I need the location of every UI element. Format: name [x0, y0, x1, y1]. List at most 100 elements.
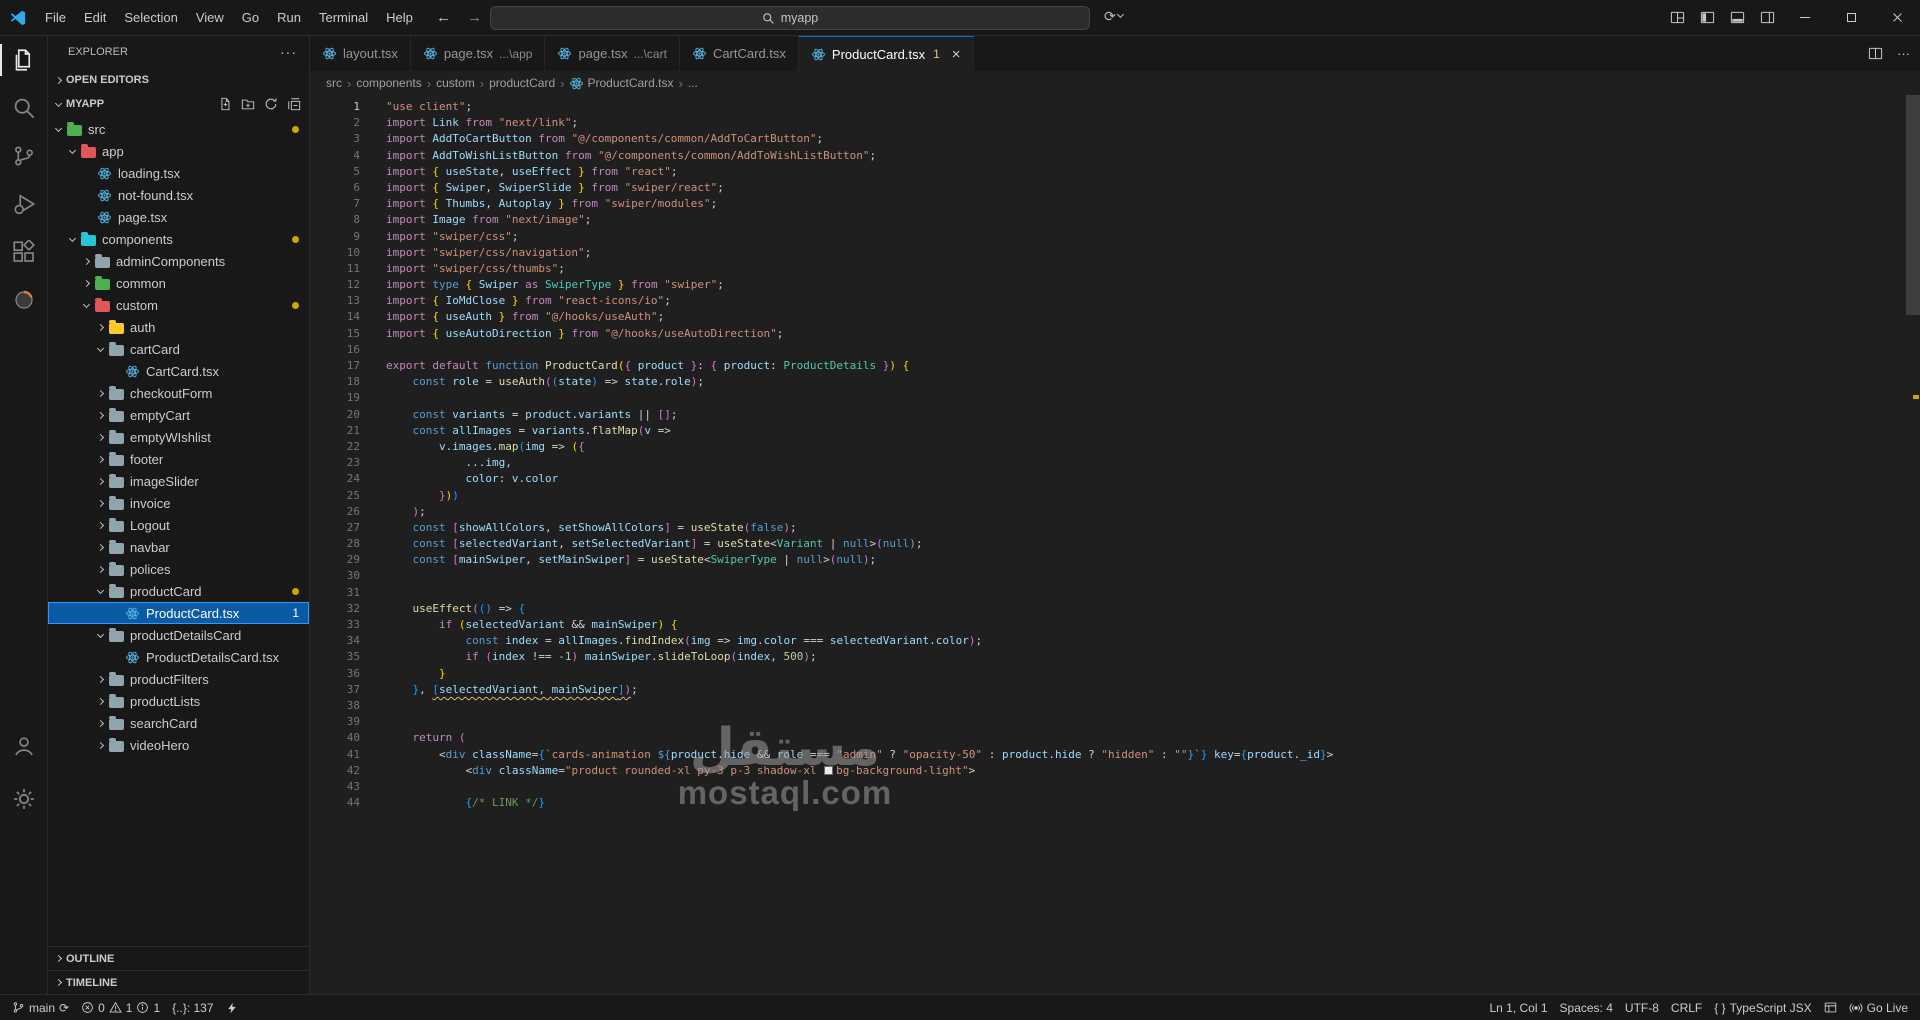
editor-scrollbar[interactable]: [1906, 95, 1920, 994]
section-timeline[interactable]: TIMELINE: [48, 970, 309, 994]
tree-folder-emptyCart[interactable]: emptyCart: [48, 404, 309, 426]
run-and-debug-icon[interactable]: [0, 180, 48, 228]
tab-3-CartCard.tsx[interactable]: CartCard.tsx: [679, 36, 799, 71]
search-sidebar-icon[interactable]: [0, 84, 48, 132]
problems-item[interactable]: 0 1 1: [75, 995, 166, 1020]
tree-folder-emptyWIshlist[interactable]: emptyWIshlist: [48, 426, 309, 448]
explorer-icon[interactable]: [0, 36, 48, 84]
tree-folder-footer[interactable]: footer: [48, 448, 309, 470]
menu-selection[interactable]: Selection: [115, 6, 186, 29]
maximize-button[interactable]: [1828, 0, 1874, 35]
forward-arrow-icon[interactable]: →: [467, 9, 482, 26]
tree-file-CartCard.tsx[interactable]: CartCard.tsx: [48, 360, 309, 382]
git-branch-item[interactable]: main ⟳: [6, 995, 75, 1020]
toggle-panel-icon[interactable]: [1722, 0, 1752, 35]
sync-dropdown-button[interactable]: ⟳: [1104, 8, 1124, 25]
tree-file-ProductDetailsCard.tsx[interactable]: ProductDetailsCard.tsx: [48, 646, 309, 668]
breadcrumb-item[interactable]: productCard: [489, 76, 555, 90]
go-live-item[interactable]: Go Live: [1843, 995, 1914, 1020]
settings-gear-icon[interactable]: [0, 775, 48, 823]
menu-edit[interactable]: Edit: [75, 6, 115, 29]
tab-2-page.tsx[interactable]: page.tsx ...\cart: [545, 36, 680, 71]
layout-status-icon[interactable]: [1818, 995, 1843, 1020]
new-folder-icon[interactable]: [241, 97, 255, 111]
tree-folder-app[interactable]: app: [48, 140, 309, 162]
cursor-position-item[interactable]: Ln 1, Col 1: [1483, 995, 1553, 1020]
close-button[interactable]: [1874, 0, 1920, 35]
tree-folder-imageSlider[interactable]: imageSlider: [48, 470, 309, 492]
account-icon[interactable]: [0, 722, 48, 770]
eol-item[interactable]: CRLF: [1665, 995, 1708, 1020]
indentation-item[interactable]: Spaces: 4: [1554, 995, 1619, 1020]
misc-extension-icon[interactable]: [0, 276, 48, 324]
tree-file-ProductCard.tsx[interactable]: ProductCard.tsx 1: [48, 602, 309, 624]
menu-run[interactable]: Run: [268, 6, 310, 29]
explorer-more-actions-icon[interactable]: ···: [280, 44, 297, 60]
tree-folder-polices[interactable]: polices: [48, 558, 309, 580]
section-outline[interactable]: OUTLINE: [48, 946, 309, 970]
tree-folder-productDetailsCard[interactable]: productDetailsCard: [48, 624, 309, 646]
tree-file-loading.tsx[interactable]: loading.tsx: [48, 162, 309, 184]
tree-folder-checkoutForm[interactable]: checkoutForm: [48, 382, 309, 404]
breadcrumb-item[interactable]: components: [356, 76, 421, 90]
code-editor[interactable]: 1 2 3 4 5 6 7 8 9 10 11 12 13 14 15 16 17 18 19 20 21 22 23 24 2…: [310, 95, 1920, 994]
extensions-icon[interactable]: [0, 228, 48, 276]
encoding-item[interactable]: UTF-8: [1619, 995, 1665, 1020]
line-number: 33: [346, 618, 360, 631]
menu-help[interactable]: Help: [377, 6, 422, 29]
customize-layout-icon[interactable]: [1662, 0, 1692, 35]
breadcrumb-item[interactable]: custom: [436, 76, 475, 90]
tree-folder-Logout[interactable]: Logout: [48, 514, 309, 536]
command-center-search[interactable]: myapp: [490, 6, 1090, 30]
menu-view[interactable]: View: [187, 6, 233, 29]
language-mode-item[interactable]: { } TypeScript JSX: [1708, 995, 1817, 1020]
tree-file-page.tsx[interactable]: page.tsx: [48, 206, 309, 228]
new-file-icon[interactable]: [218, 97, 232, 111]
close-icon[interactable]: ×: [952, 47, 961, 62]
back-arrow-icon[interactable]: ←: [436, 9, 451, 26]
section-open-editors[interactable]: OPEN EDITORS: [48, 68, 309, 92]
breadcrumb-item[interactable]: src: [326, 76, 342, 90]
tree-folder-productLists[interactable]: productLists: [48, 690, 309, 712]
tree-folder-components[interactable]: components: [48, 228, 309, 250]
code-line-42: <div className="product rounded-xl py-3 …: [386, 763, 976, 777]
tree-file-not-found.tsx[interactable]: not-found.tsx: [48, 184, 309, 206]
tree-folder-cartCard[interactable]: cartCard: [48, 338, 309, 360]
menu-terminal[interactable]: Terminal: [310, 6, 377, 29]
tree-folder-auth[interactable]: auth: [48, 316, 309, 338]
source-control-icon[interactable]: [0, 132, 48, 180]
scrollbar-thumb[interactable]: [1906, 95, 1920, 315]
split-editor-icon[interactable]: [1868, 46, 1883, 61]
line-number: 28: [346, 537, 360, 551]
i18n-counter-item[interactable]: {..}: 137: [166, 995, 219, 1020]
tree-folder-adminComponents[interactable]: adminComponents: [48, 250, 309, 272]
tree-folder-invoice[interactable]: invoice: [48, 492, 309, 514]
tree-folder-src[interactable]: src: [48, 118, 309, 140]
menu-file[interactable]: File: [36, 6, 75, 29]
minimize-button[interactable]: [1782, 0, 1828, 35]
line-number: 42: [346, 763, 360, 777]
tab-1-page.tsx[interactable]: page.tsx ...\app: [410, 36, 546, 71]
refresh-icon[interactable]: [264, 97, 278, 111]
tab-label: CartCard.tsx: [712, 46, 786, 61]
tab-more-actions-icon[interactable]: ···: [1897, 46, 1910, 61]
chevron-down-icon: [96, 586, 105, 594]
toggle-primary-sidebar-icon[interactable]: [1692, 0, 1722, 35]
tree-folder-navbar[interactable]: navbar: [48, 536, 309, 558]
breadcrumb-item[interactable]: ProductCard.tsx: [569, 76, 674, 90]
collapse-all-icon[interactable]: [287, 97, 301, 111]
tab-4-ProductCard.tsx[interactable]: ProductCard.tsx 1 ×: [798, 36, 974, 71]
menu-go[interactable]: Go: [233, 6, 268, 29]
tree-folder-custom[interactable]: custom: [48, 294, 309, 316]
tab-0-layout.tsx[interactable]: layout.tsx: [310, 36, 411, 71]
tree-folder-searchCard[interactable]: searchCard: [48, 712, 309, 734]
thunder-item[interactable]: [220, 995, 244, 1020]
breadcrumb-item[interactable]: ...: [688, 76, 698, 90]
section-project-root[interactable]: MYAPP: [48, 92, 309, 116]
tree-folder-common[interactable]: common: [48, 272, 309, 294]
react-file-icon: [125, 364, 140, 379]
toggle-secondary-sidebar-icon[interactable]: [1752, 0, 1782, 35]
tree-folder-productFilters[interactable]: productFilters: [48, 668, 309, 690]
tree-folder-productCard[interactable]: productCard: [48, 580, 309, 602]
tree-folder-videoHero[interactable]: videoHero: [48, 734, 309, 756]
